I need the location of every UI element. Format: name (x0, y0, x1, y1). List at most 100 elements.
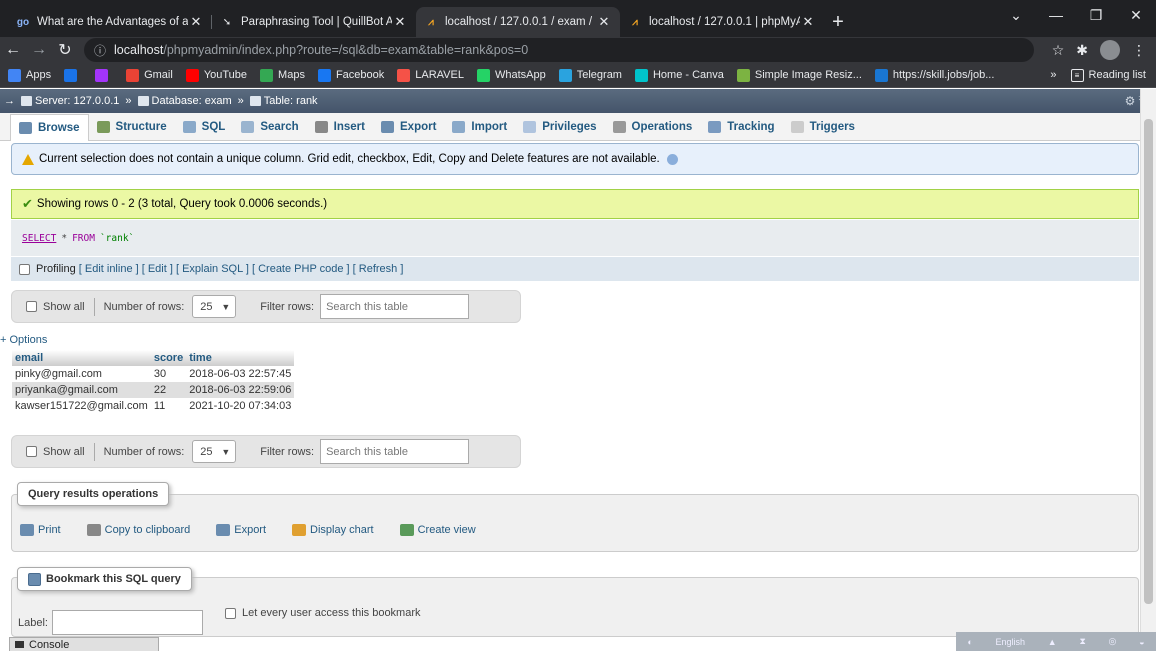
create-view-link[interactable]: Create view (399, 524, 476, 536)
bookmark-label-input[interactable] (51, 610, 203, 635)
display-chart-link[interactable]: Display chart (292, 524, 374, 536)
breadcrumb-table[interactable]: Table: rank (264, 95, 318, 107)
table-header-row: email score time (12, 350, 295, 366)
address-bar[interactable]: ⓘ localhost/phpmyadmin/index.php?route=/… (84, 38, 1034, 62)
back-icon[interactable]: ← (0, 41, 26, 59)
tab-operations[interactable]: Operations (605, 114, 701, 140)
column-header[interactable]: email (12, 350, 151, 366)
tray-icon[interactable]: ◒ (1139, 637, 1144, 647)
bookmark-item[interactable]: Gmail (126, 68, 173, 82)
success-message: ✔ Showing rows 0 - 2 (3 total, Query too… (11, 189, 1139, 219)
forward-icon[interactable]: → (26, 41, 52, 59)
rows-label: Number of rows: (103, 445, 185, 458)
tab-tracking[interactable]: Tracking (700, 114, 782, 140)
profile-avatar[interactable] (1100, 40, 1120, 60)
bookmark-item[interactable]: https://skill.jobs/job... (874, 68, 994, 82)
close-icon[interactable]: ✕ (800, 14, 816, 30)
reading-list-button[interactable]: ≡ Reading list (1070, 68, 1146, 82)
browser-tab[interactable]: go What are the Advantages of a Da ✕ (8, 7, 212, 37)
sql-select-keyword[interactable]: SELECT (22, 233, 56, 244)
browser-tab[interactable]: ⩘ localhost / 127.0.0.1 | phpMyAdm ✕ (620, 7, 824, 37)
show-all-checkbox[interactable] (26, 301, 37, 312)
breadcrumb-server[interactable]: Server: 127.0.0.1 (35, 95, 119, 107)
tray-icon[interactable]: ◐ (967, 637, 972, 647)
close-icon[interactable]: ✕ (596, 14, 612, 30)
copy-to-clipboard-link[interactable]: Copy to clipboard (86, 524, 191, 536)
language-indicator[interactable]: English (996, 637, 1026, 647)
share-label: Let every user access this bookmark (241, 607, 421, 619)
tab-search[interactable]: Search (233, 114, 306, 140)
tab-browse[interactable]: Browse (10, 113, 89, 141)
new-tab-button[interactable]: + (824, 7, 852, 37)
tray-icon[interactable]: ◎ (1109, 636, 1117, 647)
console-toggle[interactable]: Console (9, 637, 159, 651)
operation-label: Copy to clipboard (104, 524, 191, 536)
options-link[interactable]: + Options (0, 334, 47, 346)
bookmark-item[interactable] (95, 68, 113, 82)
profiling-checkbox[interactable] (19, 263, 30, 275)
rows-select[interactable]: 25 ▼ (192, 440, 237, 463)
tab-insert[interactable]: Insert (307, 114, 373, 140)
operations-icon (612, 120, 626, 133)
close-icon[interactable]: ✕ (188, 14, 204, 30)
close-icon[interactable]: ✕ (392, 14, 408, 30)
filter-rows-input[interactable]: Search this table (320, 294, 470, 319)
bookmark-item[interactable]: Telegram (558, 68, 622, 82)
bookmark-item[interactable]: Simple Image Resiz... (736, 68, 862, 82)
extensions-icon[interactable]: ✱ (1076, 42, 1088, 59)
reload-icon[interactable]: ↻ (52, 40, 78, 60)
whatsapp-icon (476, 68, 490, 82)
tab-sql[interactable]: SQL (175, 114, 234, 140)
bookmark-item[interactable] (64, 68, 82, 82)
star-icon[interactable]: ☆ (1052, 42, 1065, 59)
navigation-toggle-icon[interactable]: → (4, 95, 15, 107)
maximize-icon[interactable]: ❐ (1076, 0, 1116, 30)
print-link[interactable]: Print (20, 524, 61, 536)
table-row: kawser151722@gmail.com 11 2021-10-20 07:… (12, 398, 295, 414)
show-all-checkbox[interactable] (26, 446, 37, 457)
tab-privileges[interactable]: Privileges (515, 114, 604, 140)
bookmark-label: Gmail (144, 69, 173, 81)
reading-list-label: Reading list (1088, 69, 1146, 81)
tray-icon[interactable]: ⧗ (1079, 636, 1085, 647)
rows-select[interactable]: 25 ▼ (192, 295, 237, 318)
browser-tab[interactable]: ➘ Paraphrasing Tool | QuillBot AI ✕ (212, 7, 416, 37)
profiling-links[interactable]: [ Edit inline ] [ Edit ] [ Explain SQL ]… (79, 263, 404, 275)
tray-icon[interactable]: ▲ (1048, 637, 1057, 647)
column-header[interactable]: score (150, 350, 187, 366)
column-header[interactable]: time (186, 350, 295, 366)
tab-triggers[interactable]: Triggers (783, 114, 863, 140)
tab-export[interactable]: Export (373, 114, 444, 140)
help-icon[interactable] (666, 153, 678, 165)
toolbar-actions: ☆ ✱ ⋮ (1052, 40, 1156, 60)
bookmark-item[interactable]: Maps (260, 68, 305, 82)
menu-dots-icon[interactable]: ⋮ (1132, 42, 1146, 59)
bookmarks-more-button[interactable]: » (1050, 69, 1056, 81)
export-link[interactable]: Export (216, 524, 266, 536)
share-checkbox[interactable] (224, 607, 236, 619)
breadcrumb-database[interactable]: Database: exam (152, 95, 232, 107)
chevron-down-icon[interactable]: ⌄ (996, 0, 1036, 30)
console-label: Console (29, 638, 70, 651)
resizer-icon (736, 68, 750, 82)
tab-import[interactable]: Import (444, 114, 515, 140)
bookmark-item[interactable]: YouTube (185, 68, 247, 82)
minimize-icon[interactable]: — (1036, 0, 1076, 30)
tab-structure[interactable]: Structure (89, 114, 175, 140)
close-window-icon[interactable]: ✕ (1116, 0, 1156, 30)
bookmark-item[interactable]: Home - Canva (634, 68, 724, 82)
notice-message: Current selection does not contain a uni… (11, 143, 1139, 175)
rows-value: 25 (200, 445, 213, 458)
scrollbar-thumb[interactable] (1144, 119, 1153, 604)
bookmark-item[interactable]: LARAVEL (397, 68, 464, 82)
sql-query-box[interactable]: SELECT * FROM `rank` (11, 220, 1139, 256)
canva-icon (634, 68, 648, 82)
browser-tab-active[interactable]: ⩘ localhost / 127.0.0.1 / exam / ran ✕ (416, 7, 620, 37)
page-scrollbar[interactable] (1140, 89, 1156, 651)
filter-rows-input[interactable]: Search this table (320, 439, 470, 464)
tab-label: Triggers (809, 120, 855, 133)
bookmark-item[interactable]: WhatsApp (476, 68, 546, 82)
info-icon[interactable]: ⓘ (94, 42, 106, 59)
bookmark-item[interactable]: Apps (8, 68, 51, 82)
bookmark-item[interactable]: Facebook (317, 68, 384, 82)
